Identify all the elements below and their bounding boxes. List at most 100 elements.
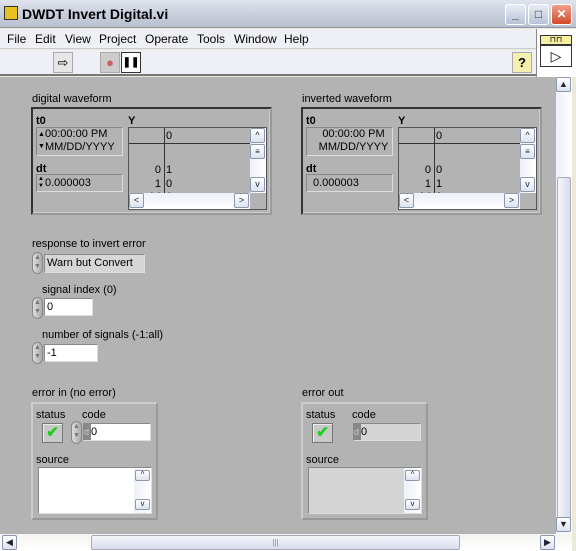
- array-value: 1: [166, 164, 173, 176]
- status-check-icon[interactable]: ✔: [42, 423, 63, 443]
- scroll-thumb-icon[interactable]: ≡: [520, 144, 535, 159]
- array-value: 0: [436, 164, 443, 176]
- menu-help[interactable]: Help: [284, 32, 309, 46]
- chevron-down-icon[interactable]: v: [250, 177, 265, 192]
- chevron-right-icon[interactable]: >: [504, 193, 519, 208]
- code-value: 0: [91, 426, 98, 438]
- labview-app-icon: [4, 6, 18, 20]
- abort-button[interactable]: ●: [100, 52, 120, 73]
- t0-label: t0: [36, 115, 46, 127]
- error-out-cluster: status ✔ code d0 source ^ v: [301, 402, 428, 520]
- waveform-label: inverted waveform: [302, 93, 392, 105]
- radix-indicator: d: [354, 424, 361, 440]
- t0-date: MM/DD/YYYY: [318, 141, 389, 153]
- source-label: source: [306, 454, 340, 466]
- chevron-left-icon[interactable]: <: [399, 193, 414, 208]
- minimize-button[interactable]: _: [505, 4, 526, 25]
- response-ring-arrows[interactable]: ▲ ▼: [32, 252, 43, 274]
- status-label: status: [306, 409, 336, 421]
- chevron-down-icon[interactable]: v: [520, 177, 535, 192]
- chevron-right-icon[interactable]: >: [234, 193, 249, 208]
- menu-edit[interactable]: Edit: [35, 32, 56, 46]
- menu-file[interactable]: File: [7, 32, 26, 46]
- source-textbox[interactable]: ^ v: [38, 467, 152, 514]
- code-value: 0: [361, 426, 368, 438]
- t0-time: 00:00:00 PM: [322, 128, 385, 140]
- menu-view[interactable]: View: [65, 32, 91, 46]
- chevron-down-icon[interactable]: v: [405, 499, 420, 510]
- horizontal-scrollbar[interactable]: ◀ ||| ▶: [0, 534, 572, 551]
- scroll-up-icon[interactable]: ▲: [556, 77, 571, 92]
- status-check-icon: ✔: [312, 423, 333, 443]
- num-signals-label: number of signals (-1:all): [42, 329, 164, 341]
- maximize-button[interactable]: □: [528, 4, 549, 25]
- y-array-table[interactable]: 0 0 1 1 0 14 1 30 0 ^ ≡ v < >: [128, 127, 267, 210]
- radix-indicator: d: [84, 424, 91, 440]
- num-signals-input[interactable]: -1: [44, 344, 98, 362]
- run-button[interactable]: ⇨: [53, 52, 73, 73]
- table-vertical-scrollbar[interactable]: ^ ≡ v: [520, 128, 536, 193]
- dt-field[interactable]: ▲ ▼ 0.000003: [36, 174, 123, 192]
- code-field: d0: [353, 423, 421, 441]
- column-header: 0: [436, 130, 443, 142]
- t0-label: t0: [306, 115, 316, 127]
- dt-field: 0.000003: [306, 174, 393, 192]
- digital-waveform-cluster: t0 ▲ ▼ 00:00:00 PM MM/DD/YYYY dt ▲ ▼ 0.0000…: [31, 107, 272, 215]
- scroll-thumb-icon[interactable]: ≡: [250, 144, 265, 159]
- menu-window[interactable]: Window: [234, 32, 277, 46]
- code-label: code: [352, 409, 376, 421]
- scroll-down-icon[interactable]: ▼: [556, 517, 571, 532]
- signal-index-increment[interactable]: ▲ ▼: [32, 297, 43, 319]
- status-label: status: [36, 409, 66, 421]
- scroll-left-icon[interactable]: ◀: [2, 535, 17, 550]
- window-title: DWDT Invert Digital.vi: [22, 6, 169, 22]
- table-horizontal-scrollbar[interactable]: < >: [129, 193, 250, 209]
- vertical-scroll-thumb[interactable]: [557, 177, 571, 527]
- dt-spinner[interactable]: ▲ ▼: [38, 176, 44, 190]
- t0-field: 00:00:00 PM MM/DD/YYYY: [306, 127, 393, 156]
- horizontal-scroll-thumb[interactable]: |||: [91, 535, 460, 550]
- num-signals-increment[interactable]: ▲ ▼: [32, 342, 43, 364]
- row-index: 0: [424, 164, 431, 176]
- pause-button[interactable]: ❚❚: [121, 52, 141, 73]
- row-index: 1: [154, 177, 161, 190]
- chevron-up-icon[interactable]: ^: [405, 470, 420, 481]
- table-horizontal-scrollbar[interactable]: < >: [399, 193, 520, 209]
- signal-index-input[interactable]: 0: [44, 298, 93, 316]
- waveform-label: digital waveform: [32, 93, 112, 105]
- row-index: 0: [154, 164, 161, 176]
- menu-project[interactable]: Project: [99, 32, 136, 46]
- toolbar: ⇨ ● ❚❚ ?: [0, 50, 536, 76]
- array-value: 0: [166, 177, 173, 190]
- t0-field[interactable]: ▲ ▼ 00:00:00 PM MM/DD/YYYY: [36, 127, 123, 156]
- scroll-right-icon[interactable]: ▶: [540, 535, 555, 550]
- title-bar: DWDT Invert Digital.vi _ □ ✕: [0, 0, 576, 28]
- inverter-icon: ▷: [540, 45, 572, 67]
- t0-spinner[interactable]: ▲ ▼: [38, 129, 45, 153]
- chevron-up-icon[interactable]: ^: [135, 470, 150, 481]
- chevron-up-icon[interactable]: ^: [250, 128, 265, 143]
- table-vertical-scrollbar[interactable]: ^ ≡ v: [250, 128, 266, 193]
- vi-icon-pane[interactable]: ⊓⊓ ▷: [536, 29, 576, 77]
- menu-operate[interactable]: Operate: [145, 32, 188, 46]
- chevron-up-icon[interactable]: ^: [520, 128, 535, 143]
- response-ring[interactable]: Warn but Convert: [44, 254, 145, 273]
- chevron-left-icon[interactable]: <: [129, 193, 144, 208]
- row-index: 1: [424, 177, 431, 190]
- code-field[interactable]: d0: [83, 423, 151, 441]
- t0-time: 00:00:00 PM: [45, 128, 108, 140]
- inverted-waveform-cluster: t0 00:00:00 PM MM/DD/YYYY dt 0.000003 Y …: [301, 107, 542, 215]
- y-label: Y: [128, 115, 136, 127]
- error-cluster-label: error in (no error): [32, 387, 116, 399]
- close-button[interactable]: ✕: [551, 4, 572, 25]
- array-value: 1: [436, 177, 443, 190]
- menu-tools[interactable]: Tools: [197, 32, 225, 46]
- vertical-scrollbar[interactable]: ▲ ▼: [556, 77, 572, 534]
- help-button[interactable]: ?: [512, 52, 532, 73]
- chevron-down-icon[interactable]: v: [135, 499, 150, 510]
- column-header: 0: [166, 130, 173, 142]
- source-textbox: ^ v: [308, 467, 422, 514]
- source-label: source: [36, 454, 70, 466]
- code-increment[interactable]: ▲ ▼: [71, 421, 82, 444]
- y-array-table[interactable]: 0 0 0 1 1 14 0 30 1 ^ ≡ v < >: [398, 127, 537, 210]
